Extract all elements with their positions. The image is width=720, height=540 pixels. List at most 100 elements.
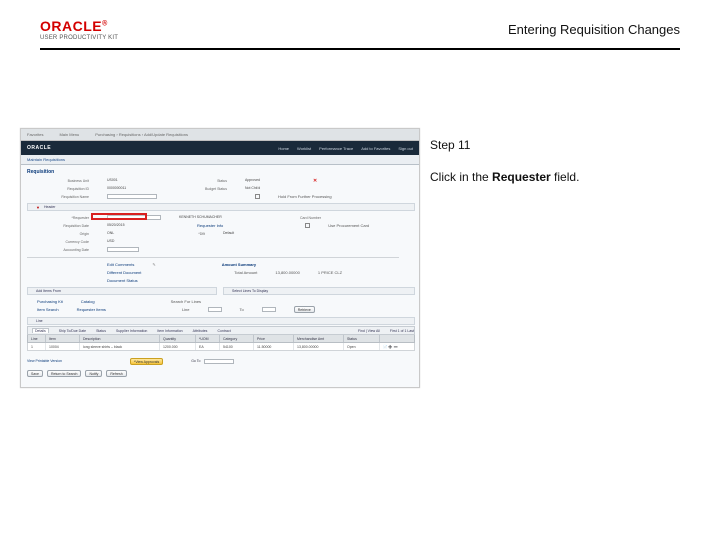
select-lines-label: Select Lines To Display [232,289,268,293]
grid-find[interactable]: Find | View All [358,329,380,333]
view-approvals-button[interactable]: *View Approvals [130,358,163,365]
save-button[interactable]: Save [27,370,43,377]
app-header-bar: ORACLE Home Worklist Performance Trace A… [21,141,419,155]
lbl-dflt: *Dflt [175,232,205,236]
oracle-logo-text: ORACLE [40,18,102,34]
amount-summary-label: Amount Summary [222,262,256,267]
lbl-reqname: Requisition Name [37,195,89,199]
cell-uom[interactable]: EA [196,343,220,350]
header-section-bar[interactable]: ▼ Header [27,203,415,211]
oracle-logo: ORACLE® [40,18,108,34]
close-icon[interactable]: ✕ [313,178,317,184]
notify-button[interactable]: Notify [85,370,102,377]
cell-actions[interactable]: 📄 ➕ ➖ [380,343,414,350]
oracle-logo-block: ORACLE® USER PRODUCTIVITY KIT [40,18,118,41]
link-signout[interactable]: Sign out [398,146,413,151]
page-breadcrumb: Maintain Requisitions [21,155,419,165]
add-items-bar: Add Items From [27,287,217,295]
requester-name: KENNETH SCHUMACHER [179,215,251,220]
link-doc-status[interactable]: Document Status [107,278,138,283]
highlight-requester [91,213,147,220]
bc-fav: Favorites [27,132,43,137]
section-title: Requisition [27,169,54,175]
link-diff-doc[interactable]: Different Document [107,270,141,275]
lbl-reqid: Requisition ID [37,187,89,191]
doc-header: ORACLE® USER PRODUCTIVITY KIT Entering R… [40,14,680,50]
col-qty: Quantity [160,335,196,342]
val-bu: US001 [107,178,157,183]
proc-card-checkbox[interactable] [305,223,310,228]
link-catalog[interactable]: Catalog [81,299,95,304]
cell-item[interactable]: 10004 [46,343,80,350]
link-home[interactable]: Home [278,146,289,151]
total-amt: 13,800.00000 [275,270,299,275]
hold-checkbox[interactable] [255,194,260,199]
lbl-goto: Go To [191,359,200,363]
val-curr: USD [107,239,157,244]
table-row: 1 10004 long sleeve shirts – black 1200.… [27,343,415,351]
link-fav[interactable]: Add to Favorites [361,146,390,151]
col-price: Price [254,335,294,342]
link-view-printable[interactable]: View Printable Version [27,359,62,363]
use-card-label: Use Procurement Card [328,223,369,228]
refresh-button[interactable]: Refresh [106,370,126,377]
link-requester-info[interactable]: Requester Info [197,223,223,228]
lbl-reqdate: Requisition Date [37,224,89,228]
val-status: Approved [245,178,295,183]
return-button[interactable]: Return to Search [47,370,81,377]
cell-stat: Open [344,343,380,350]
header-section-label: Header [44,205,55,209]
tab-attr[interactable]: Attributes [193,329,208,333]
step-number: Step 11 [430,138,690,152]
tab-details[interactable]: Details [32,328,49,333]
req-name-input[interactable] [107,194,157,199]
line-to-input[interactable] [262,307,276,312]
total-curr: 1 PRICE CLZ [318,270,342,275]
link-req-items[interactable]: Requester Items [77,307,106,312]
link-purch-kit[interactable]: Purchasing Kit [37,299,63,304]
logo-tm: ® [102,20,108,27]
retrieve-button[interactable]: Retrieve [294,306,315,313]
cell-amt: 13,800.00000 [294,343,344,350]
val-origin: ONL [107,231,157,236]
cell-price[interactable]: 11.50000 [254,343,294,350]
cell-desc: long sleeve shirts – black [80,343,160,350]
link-perf[interactable]: Performance Trace [319,146,353,151]
tab-status[interactable]: Status [96,329,106,333]
upk-subline: USER PRODUCTIVITY KIT [40,35,118,41]
app-screenshot: Favorites Main Menu Purchasing › Requisi… [20,128,420,388]
app-header-links: Home Worklist Performance Trace Add to F… [278,146,419,151]
tab-supplier[interactable]: Supplier Information [116,329,147,333]
lbl-origin: Origin [37,232,89,236]
col-amt: Merchandise Amt [294,335,344,342]
tab-iteminfo[interactable]: Item Information [157,329,182,333]
select-lines-bar: Select Lines To Display [223,287,415,295]
link-edit-comments[interactable]: Edit Comments [107,262,134,267]
val-reqdate: 05/20/2015 [107,223,157,228]
col-item: Item [46,335,80,342]
link-item-search[interactable]: Item Search [37,307,59,312]
line-from-input[interactable] [208,307,222,312]
lbl-requester: *Requester [37,216,89,220]
acct-date-input[interactable] [107,247,139,252]
cell-line: 1 [28,343,46,350]
lbl-curr: Currency Code [37,240,89,244]
tab-shipto[interactable]: Ship To/Due Date [59,329,86,333]
page-title: Entering Requisition Changes [508,22,680,37]
hold-label: Hold From Further Processing [278,194,332,199]
goto-select[interactable] [204,359,234,364]
col-desc: Description [80,335,160,342]
add-items-label: Add Items From [36,289,61,293]
tab-contract[interactable]: Contract [217,329,230,333]
grid-header: Line Item Description Quantity *UOM Cate… [27,335,415,343]
link-worklist[interactable]: Worklist [297,146,311,151]
cell-cat[interactable]: 54100 [220,343,254,350]
lbl-budget: Budget Status [175,187,227,191]
grid-nav[interactable]: First 1 of 1 Last [390,329,414,333]
step-column: Step 11 Click in the Requester field. [430,138,690,184]
bc-main: Main Menu [59,132,79,137]
bc-path: Purchasing › Requisitions › Add/Update R… [95,132,188,137]
line-section-bar: Line [27,317,415,325]
cell-qty[interactable]: 1200.000 [160,343,196,350]
instr-post: field. [551,170,580,184]
